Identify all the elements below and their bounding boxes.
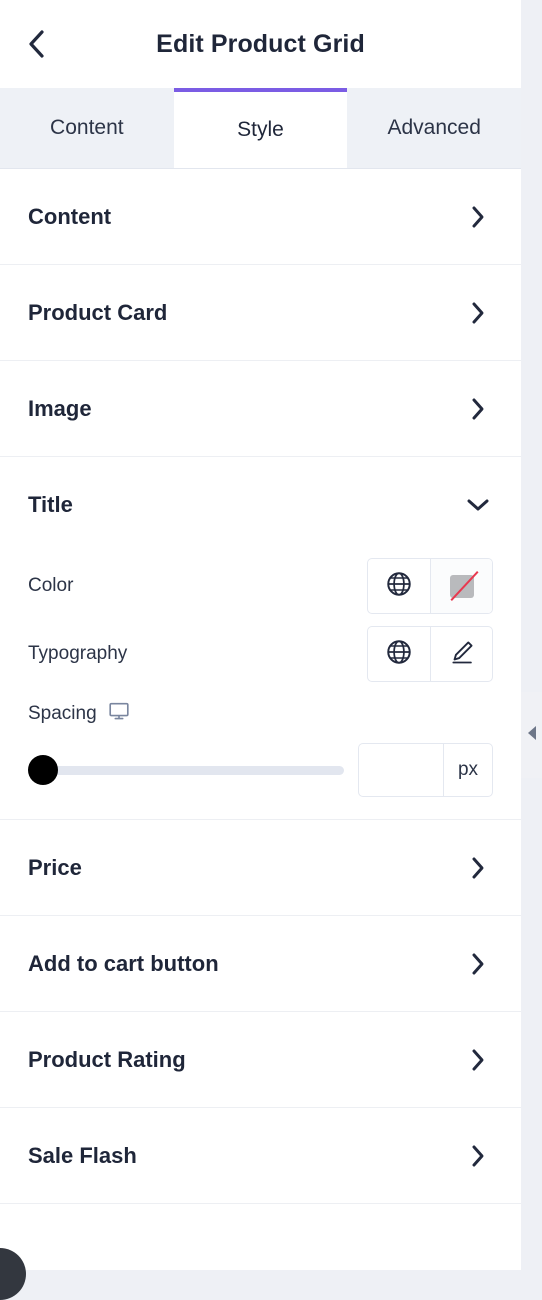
- typography-edit-button[interactable]: [430, 627, 492, 681]
- section-add-to-cart-button: Add to cart button: [0, 916, 521, 1012]
- chevron-left-icon: [25, 28, 47, 60]
- spacing-unit-px[interactable]: px: [443, 744, 492, 796]
- chevron-right-icon: [463, 949, 493, 979]
- panel-collapse-handle[interactable]: [521, 692, 542, 778]
- chevron-down-icon: [463, 490, 493, 520]
- section-title-price: Price: [28, 854, 82, 880]
- section-header-price[interactable]: Price: [0, 820, 521, 915]
- spacing-input[interactable]: [359, 744, 443, 796]
- control-label-color: Color: [28, 575, 74, 596]
- section-header-image[interactable]: Image: [0, 361, 521, 456]
- tab-style[interactable]: Style: [173, 88, 348, 168]
- chevron-right-icon: [463, 1141, 493, 1171]
- control-row-typography: Typography: [28, 620, 493, 688]
- section-header-next-partial[interactable]: [0, 1204, 521, 1270]
- section-title-product-card: Product Card: [28, 299, 168, 325]
- section-image: Image: [0, 361, 521, 457]
- section-header-product-rating[interactable]: Product Rating: [0, 1012, 521, 1107]
- section-sale-flash: Sale Flash: [0, 1108, 521, 1204]
- section-title-title: Title: [28, 491, 73, 517]
- tab-content[interactable]: Content: [0, 88, 174, 168]
- spacing-slider[interactable]: [28, 755, 344, 785]
- section-title-product-rating: Product Rating: [28, 1046, 186, 1072]
- back-button[interactable]: [14, 22, 58, 66]
- section-body-title: Color Typography Spacing px: [0, 552, 521, 819]
- control-row-color: Color: [28, 552, 493, 620]
- section-title-sale-flash: Sale Flash: [28, 1142, 137, 1168]
- tab-advanced[interactable]: Advanced: [347, 88, 521, 168]
- panel-header: Edit Product Grid: [0, 0, 521, 88]
- section-header-title[interactable]: Title: [0, 457, 521, 552]
- section-product-card: Product Card: [0, 265, 521, 361]
- section-next-partial: [0, 1204, 521, 1270]
- globe-icon-button-typography[interactable]: [368, 627, 430, 681]
- section-title-image: Image: [28, 395, 92, 421]
- typography-control-group: [367, 626, 493, 682]
- slider-thumb[interactable]: [28, 755, 58, 785]
- color-control-group: [367, 558, 493, 614]
- section-title: Title Color Typography Spacing px: [0, 457, 521, 820]
- chevron-right-icon: [463, 853, 493, 883]
- no-color-swatch-icon: [448, 571, 479, 601]
- section-title-add-to-cart-button: Add to cart button: [28, 950, 219, 976]
- section-product-rating: Product Rating: [0, 1012, 521, 1108]
- editor-panel: Edit Product Grid Content Style Advanced…: [0, 0, 521, 1270]
- caret-left-icon: [526, 724, 538, 747]
- globe-icon-button-color[interactable]: [368, 559, 430, 613]
- chevron-right-icon: [463, 394, 493, 424]
- tab-bar: Content Style Advanced: [0, 88, 521, 169]
- globe-icon: [385, 570, 413, 603]
- section-header-add-to-cart-button[interactable]: Add to cart button: [0, 916, 521, 1011]
- control-row-spacing-label: Spacing: [28, 688, 493, 733]
- section-price: Price: [0, 820, 521, 916]
- section-header-content[interactable]: Content: [0, 169, 521, 264]
- page-title: Edit Product Grid: [156, 29, 365, 58]
- desktop-monitor-icon[interactable]: [108, 700, 130, 727]
- spacing-number-group: px: [358, 743, 493, 797]
- pencil-edit-icon: [448, 638, 476, 671]
- chevron-right-icon: [463, 298, 493, 328]
- section-content: Content: [0, 169, 521, 265]
- section-header-product-card[interactable]: Product Card: [0, 265, 521, 360]
- slider-track: [28, 765, 344, 775]
- color-swatch-button[interactable]: [430, 559, 492, 613]
- chevron-right-icon: [463, 202, 493, 232]
- control-label-spacing: Spacing: [28, 702, 97, 724]
- spacing-slider-row: px: [28, 733, 493, 797]
- globe-icon: [385, 638, 413, 671]
- section-title-content: Content: [28, 203, 112, 229]
- section-header-sale-flash[interactable]: Sale Flash: [0, 1108, 521, 1203]
- control-label-typography: Typography: [28, 643, 128, 664]
- chevron-right-icon: [463, 1045, 493, 1075]
